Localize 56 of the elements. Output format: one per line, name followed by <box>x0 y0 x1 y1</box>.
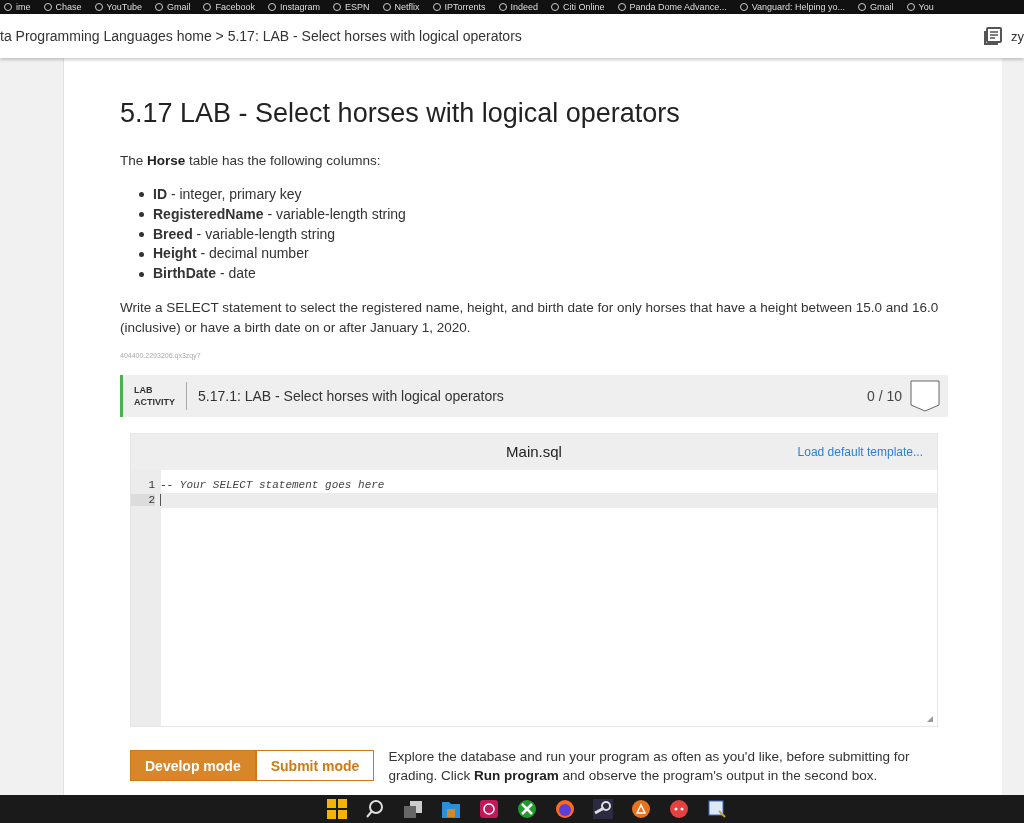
app-icon[interactable] <box>631 799 651 819</box>
mode-help-text: Explore the database and run your program as often as you'd like, before submitting for grading. Click Run program and observe the program's output in the second box. <box>388 748 911 785</box>
bullet-icon <box>139 192 144 198</box>
bookmark-link[interactable]: Facebook <box>215 1 255 13</box>
bookmark-link[interactable]: Vanguard: Helping yo... <box>751 1 846 13</box>
bookmark-link[interactable]: Gmail <box>870 1 894 13</box>
bookmark-link[interactable]: Gmail <box>166 1 191 13</box>
lab-label: LAB <box>134 384 154 396</box>
activity-label: ACTIVITY <box>134 396 175 408</box>
file-name: Main.sql <box>506 443 562 461</box>
bookmark-link[interactable]: ime <box>16 1 31 13</box>
bookmark-link[interactable]: Indeed <box>510 1 539 13</box>
bullet-icon <box>139 232 144 237</box>
book-icon[interactable] <box>983 26 1003 46</box>
column-description: Height - decimal number <box>153 244 309 264</box>
snipping-tool-icon[interactable] <box>707 799 727 819</box>
line-number: 2 <box>131 494 155 507</box>
windows-logo-icon[interactable] <box>327 799 347 819</box>
user-initials[interactable]: zy <box>1011 28 1024 44</box>
bookmark-link[interactable]: Instagram <box>279 1 320 13</box>
page-title: 5.17 LAB - Select horses with logical operators <box>120 98 681 129</box>
load-template-link[interactable]: Load default template... <box>797 445 923 459</box>
xbox-icon[interactable] <box>517 799 537 819</box>
bookmark-link[interactable]: You <box>918 1 934 13</box>
lab-title: 5.17.1: LAB - Select horses with logical operators <box>198 388 505 404</box>
bookmark-link[interactable]: Citi Online <box>563 1 605 13</box>
line-number: 1 <box>147 479 155 492</box>
bookmark-link[interactable]: Panda Dome Advance... <box>629 1 727 13</box>
intro-text: The Horse table has the following columns: <box>120 152 382 170</box>
breadcrumb[interactable]: ta Programming Languages home > 5.17: LAB - Select horses with logical operators <box>0 28 522 44</box>
browser-icon[interactable] <box>555 799 575 819</box>
score: 0 / 10 <box>866 388 902 404</box>
bullet-icon <box>139 271 144 277</box>
bookmark-link[interactable]: ESPN <box>345 1 370 13</box>
chat-icon[interactable] <box>669 799 689 819</box>
column-description: RegisteredName - variable-length string <box>153 204 406 224</box>
text-cursor <box>160 494 161 507</box>
code-text: -- Your SELECT statement goes here <box>160 479 385 492</box>
bullet-icon <box>139 212 144 218</box>
app-icon[interactable] <box>479 799 499 819</box>
column-description: Breed - variable-length string <box>153 224 336 244</box>
steam-icon[interactable] <box>593 799 613 819</box>
bullet-icon <box>139 251 144 257</box>
column-description: BirthDate - date <box>153 264 256 284</box>
code-line[interactable]: 1 -- Your SELECT statement goes here <box>131 478 937 493</box>
shield-icon <box>910 380 940 412</box>
bookmark-link[interactable]: YouTube <box>106 1 142 13</box>
search-icon[interactable] <box>365 799 385 819</box>
task-text: Write a SELECT statement to select the registered name, height, and birth date for only horses that have a height between 15.0 and 16.0 (inclusive) or have a birth date on or after January 1, 2020. <box>120 299 940 337</box>
bookmark-link[interactable]: Chase <box>55 1 82 13</box>
resize-handle-icon[interactable] <box>927 716 933 722</box>
folder-icon[interactable] <box>441 799 461 819</box>
bookmark-link[interactable]: Netflix <box>394 1 420 13</box>
windows-stack-icon[interactable] <box>403 799 423 819</box>
bookmark-link[interactable]: IPTorrents <box>444 1 486 13</box>
column-description: ID - integer, primary key <box>153 185 302 204</box>
